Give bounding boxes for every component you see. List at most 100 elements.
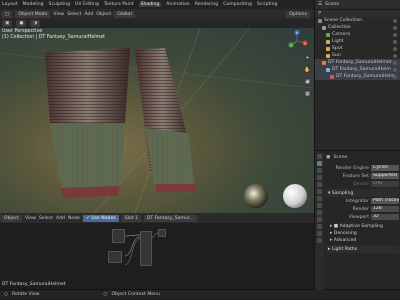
integrator-label: Integrator xyxy=(345,198,369,204)
outliner-item[interactable]: Collection xyxy=(315,24,400,31)
scene-tab-icon[interactable] xyxy=(317,182,322,187)
camera-icon[interactable]: ▣ xyxy=(303,77,312,86)
modifier-tab-icon[interactable] xyxy=(317,203,322,208)
shading-solid-icon[interactable]: ● xyxy=(16,20,27,27)
render-samples-field[interactable]: 128 xyxy=(371,206,399,212)
denoising-subpanel[interactable]: ▸ Denoising xyxy=(326,230,399,237)
node-menu-view[interactable]: View xyxy=(25,216,36,221)
visibility-icon[interactable] xyxy=(393,74,397,79)
tab-compositing[interactable]: Compositing xyxy=(223,2,252,7)
visibility-icon[interactable] xyxy=(393,67,397,72)
menu-add[interactable]: Add xyxy=(84,12,93,17)
3d-viewport[interactable]: User Perspective (1) Collection | DT Fan… xyxy=(0,28,314,213)
outliner-item[interactable]: Sun xyxy=(315,52,400,59)
menu-object[interactable]: Object xyxy=(96,12,111,17)
visibility-icon[interactable] xyxy=(393,39,397,44)
shader-type-select[interactable]: Object xyxy=(1,214,22,222)
tab-shading[interactable]: Shading xyxy=(138,2,162,7)
sampling-section-header[interactable]: ▾ Sampling xyxy=(326,189,399,197)
outliner-item-icon xyxy=(330,74,334,79)
adaptive-sampling-subpanel[interactable]: ▸ ■ Adaptive Sampling xyxy=(326,223,399,230)
tab-layout[interactable]: Layout xyxy=(2,2,18,7)
shader-node-editor[interactable]: DT Fantasy_SamuraiHelmet xyxy=(0,223,314,289)
physics-tab-icon[interactable] xyxy=(317,217,322,222)
tab-rendering[interactable]: Rendering xyxy=(195,2,218,7)
visibility-icon[interactable] xyxy=(393,46,397,51)
world-tab-icon[interactable] xyxy=(317,189,322,194)
use-nodes-label: Use Nodes xyxy=(91,215,116,221)
tool-tab-icon[interactable] xyxy=(317,154,322,159)
select-box-icon[interactable]: ▣ xyxy=(2,20,13,27)
node-menu-node[interactable]: Node xyxy=(68,216,80,221)
node-editor-material-label: DT Fantasy_SamuraiHelmet xyxy=(2,282,66,287)
light-paths-section-header[interactable]: ▸ Light Paths xyxy=(326,245,399,253)
use-nodes-checkbox[interactable]: ✓ Use Nodes xyxy=(82,214,119,222)
outliner-header: ☰ Scene xyxy=(315,0,400,9)
menu-select[interactable]: Select xyxy=(67,12,81,17)
options-button[interactable]: Options xyxy=(286,10,310,18)
device-select[interactable]: CPU xyxy=(371,181,399,187)
outliner-item-label: Spot xyxy=(332,46,343,51)
tab-uv-editing[interactable]: UV Editing xyxy=(75,2,99,7)
status-hint-rotate: Rotate View xyxy=(12,292,40,297)
outliner-item[interactable]: Camera xyxy=(315,31,400,38)
material-select[interactable]: DT Fantasy_Samur... xyxy=(143,214,197,222)
output-tab-icon[interactable] xyxy=(317,168,322,173)
outliner-item[interactable]: DT Fantasy_SamuraiHelm xyxy=(315,66,400,73)
particles-tab-icon[interactable] xyxy=(317,210,322,215)
data-tab-icon[interactable] xyxy=(317,231,322,236)
node-menu-add[interactable]: Add xyxy=(56,216,65,221)
outliner-item[interactable]: DT Fantasy_SamuraiHelmet xyxy=(315,59,400,66)
normal-map-node[interactable] xyxy=(108,251,122,263)
tab-texture-paint[interactable]: Texture Paint xyxy=(104,2,134,7)
menu-view[interactable]: View xyxy=(53,12,64,17)
render-tab-icon[interactable] xyxy=(317,161,322,166)
grid-icon[interactable]: ▦ xyxy=(303,89,312,98)
shader-editor-header: Object View Select Add Node ✓ Use Nodes … xyxy=(0,213,314,223)
tab-sculpting[interactable]: Sculpting xyxy=(49,2,70,7)
slot-select[interactable]: Slot 1 xyxy=(121,214,141,222)
workspace-tabs: Layout Modeling Sculpting UV Editing Tex… xyxy=(2,1,277,8)
material-tab-icon[interactable] xyxy=(317,238,322,243)
shading-material-icon[interactable]: ◑ xyxy=(30,20,41,27)
node-menu-select[interactable]: Select xyxy=(39,216,53,221)
outliner-item[interactable]: Light xyxy=(315,38,400,45)
outliner-item-icon xyxy=(318,18,322,23)
outliner-item-icon xyxy=(326,39,330,44)
constraints-tab-icon[interactable] xyxy=(317,224,322,229)
material-output-node[interactable] xyxy=(158,229,166,237)
transform-orientation-select[interactable]: Global xyxy=(114,10,135,18)
editor-type-button[interactable]: □ xyxy=(2,10,13,18)
render-engine-select[interactable]: Cycles xyxy=(371,165,399,171)
visibility-icon[interactable] xyxy=(393,25,397,30)
zoom-icon[interactable]: + xyxy=(303,53,312,62)
integrator-select[interactable]: Path Tracing xyxy=(371,198,399,204)
outliner-item[interactable]: Scene Collection xyxy=(315,17,400,24)
feature-set-select[interactable]: Supported xyxy=(371,173,399,179)
object-tab-icon[interactable] xyxy=(317,196,322,201)
tab-scripting[interactable]: Scripting xyxy=(257,2,277,7)
outliner-item-label: DT Fantasy_SamuraiHelm xyxy=(332,67,391,72)
advanced-subpanel[interactable]: ▸ Advanced xyxy=(326,237,399,244)
viewport-tool-header: ▣ ● ◑ xyxy=(0,19,314,28)
viewport-samples-field[interactable]: 32 xyxy=(371,214,399,220)
tab-animation[interactable]: Animation xyxy=(166,2,189,7)
image-texture-node[interactable] xyxy=(112,229,125,243)
properties-panel: ▣ Scene Render Engine Cycles Feature Set… xyxy=(314,150,400,290)
navigation-gizmo[interactable]: X Z Y xyxy=(286,30,308,52)
outliner-title: Scene xyxy=(325,2,340,7)
outliner-item[interactable]: DT Fantasy_SamuraiHelm xyxy=(315,73,400,80)
visibility-icon[interactable] xyxy=(393,18,397,23)
mode-select[interactable]: Object Mode xyxy=(15,10,51,18)
visibility-icon[interactable] xyxy=(393,53,397,58)
hdri-chrome-sphere xyxy=(244,184,268,208)
tab-modeling[interactable]: Modeling xyxy=(23,2,44,7)
outliner-item[interactable]: Spot xyxy=(315,45,400,52)
view-layer-tab-icon[interactable] xyxy=(317,175,322,180)
pan-icon[interactable]: ✋ xyxy=(303,65,312,74)
device-row: Device CPU xyxy=(326,180,399,188)
outliner-search[interactable]: ⚲ xyxy=(315,9,400,17)
principled-bsdf-node[interactable] xyxy=(140,231,152,266)
visibility-icon[interactable] xyxy=(393,60,397,65)
visibility-icon[interactable] xyxy=(393,32,397,37)
